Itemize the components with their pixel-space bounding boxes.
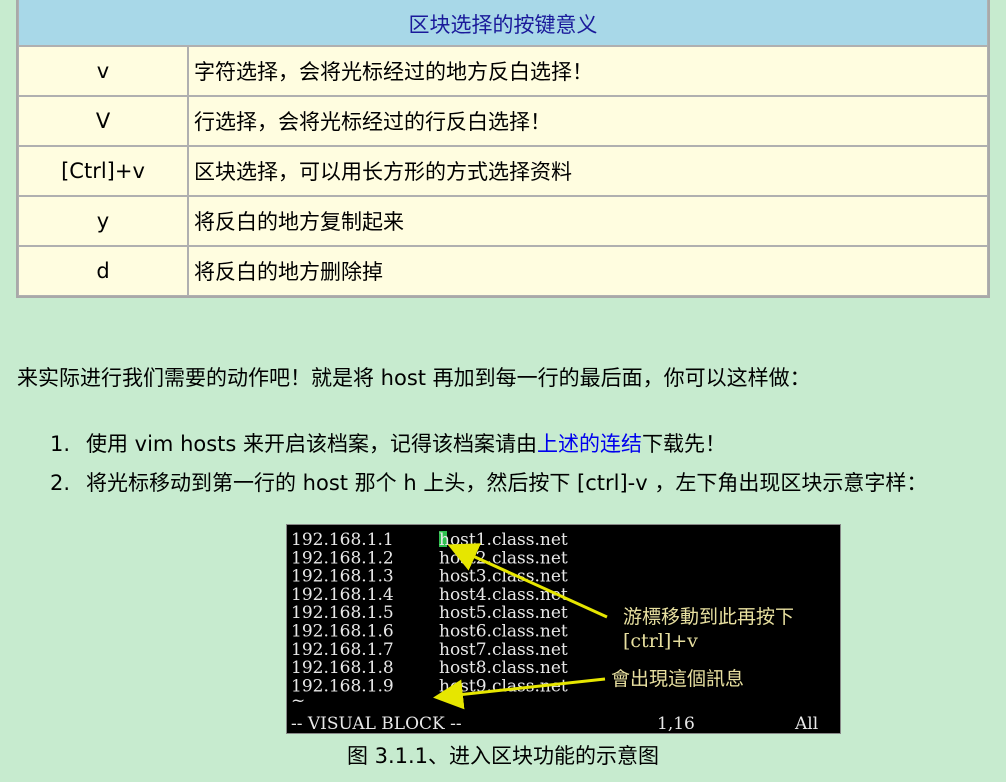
terminal-host: host2.class.net [439,548,568,568]
key-cell: y [18,196,188,246]
terminal-ip: 192.168.1.8 [291,658,394,678]
tilde-line: ~ [291,691,305,711]
step-text: 将光标移动到第一行的 host 那个 h 上头，然后按下 [ctrl]-v ，左… [86,471,928,495]
terminal-ip: 192.168.1.1 [291,530,394,550]
terminal-canvas: 192.168.1.1 host1.class.net 192.168.1.2 hos… [291,530,818,734]
key-cell: v [18,46,188,96]
terminal-host: host5.class.net [439,603,568,623]
table-row: V 行选择，会将光标经过的行反白选择！ [18,96,988,146]
download-link[interactable]: 上述的连结 [537,432,642,456]
step-number: 2. [50,471,71,495]
step-text-tail: 下载先！ [642,432,727,456]
terminal-host: host7.class.net [439,640,568,660]
step-number: 1. [50,432,71,456]
terminal-ip: 192.168.1.6 [291,622,394,642]
annotation-cursor: 游標移動到此再按下 [623,606,794,628]
desc-cell: 字符选择，会将光标经过的地方反白选择！ [188,46,988,96]
terminal-ip: 192.168.1.4 [291,585,394,605]
table-row: y 将反白的地方复制起来 [18,196,988,246]
terminal-host: host8.class.net [439,658,568,678]
step-text: 使用 vim hosts 来开启该档案，记得该档案请由 [86,432,538,456]
status-mode: -- VISUAL BLOCK -- [291,714,462,734]
table-row: d 将反白的地方删除掉 [18,246,988,296]
table-row: v 字符选择，会将光标经过的地方反白选择！ [18,46,988,96]
intro-paragraph: 来实际进行我们需要的动作吧！就是将 host 再加到每一行的最后面，你可以这样做… [17,366,811,390]
key-meaning-table: 区块选择的按键意义 v 字符选择，会将光标经过的地方反白选择！ V 行选择，会将… [16,0,990,298]
status-all: All [794,714,818,734]
terminal-host: host1.class.net [439,530,568,550]
key-cell: d [18,246,188,296]
key-cell: V [18,96,188,146]
figure-caption: 图 3.1.1、进入区块功能的示意图 [346,744,660,768]
terminal-ip: 192.168.1.2 [291,548,394,568]
key-cell: [Ctrl]+v [18,146,188,196]
terminal-ip: 192.168.1.3 [291,567,394,587]
step-item: 1. 使用 vim hosts 来开启该档案，记得该档案请由上述的连结下载先！ [50,428,726,458]
terminal-ip: 192.168.1.9 [291,676,394,696]
terminal-host: host4.class.net [439,585,568,605]
desc-cell: 区块选择，可以用长方形的方式选择资料 [188,146,988,196]
status-position: 1,16 [657,714,695,734]
desc-cell: 将反白的地方删除掉 [188,246,988,296]
terminal-screenshot: 192.168.1.1 host1.class.net 192.168.1.2 hos… [286,524,841,734]
annotation-cursor-key: [ctrl]+v [623,630,698,652]
table-row: [Ctrl]+v 区块选择，可以用长方形的方式选择资料 [18,146,988,196]
desc-cell: 将反白的地方复制起来 [188,196,988,246]
terminal-ip: 192.168.1.7 [291,640,394,660]
step-item: 2. 将光标移动到第一行的 host 那个 h 上头，然后按下 [ctrl]-v … [50,467,927,497]
desc-cell: 行选择，会将光标经过的行反白选择！ [188,96,988,146]
table-header: 区块选择的按键意义 [18,0,988,46]
terminal-host: host6.class.net [439,622,568,642]
annotation-message: 會出現這個訊息 [611,668,744,690]
terminal-ip: 192.168.1.5 [291,603,394,623]
table-header-row: 区块选择的按键意义 [18,0,988,46]
